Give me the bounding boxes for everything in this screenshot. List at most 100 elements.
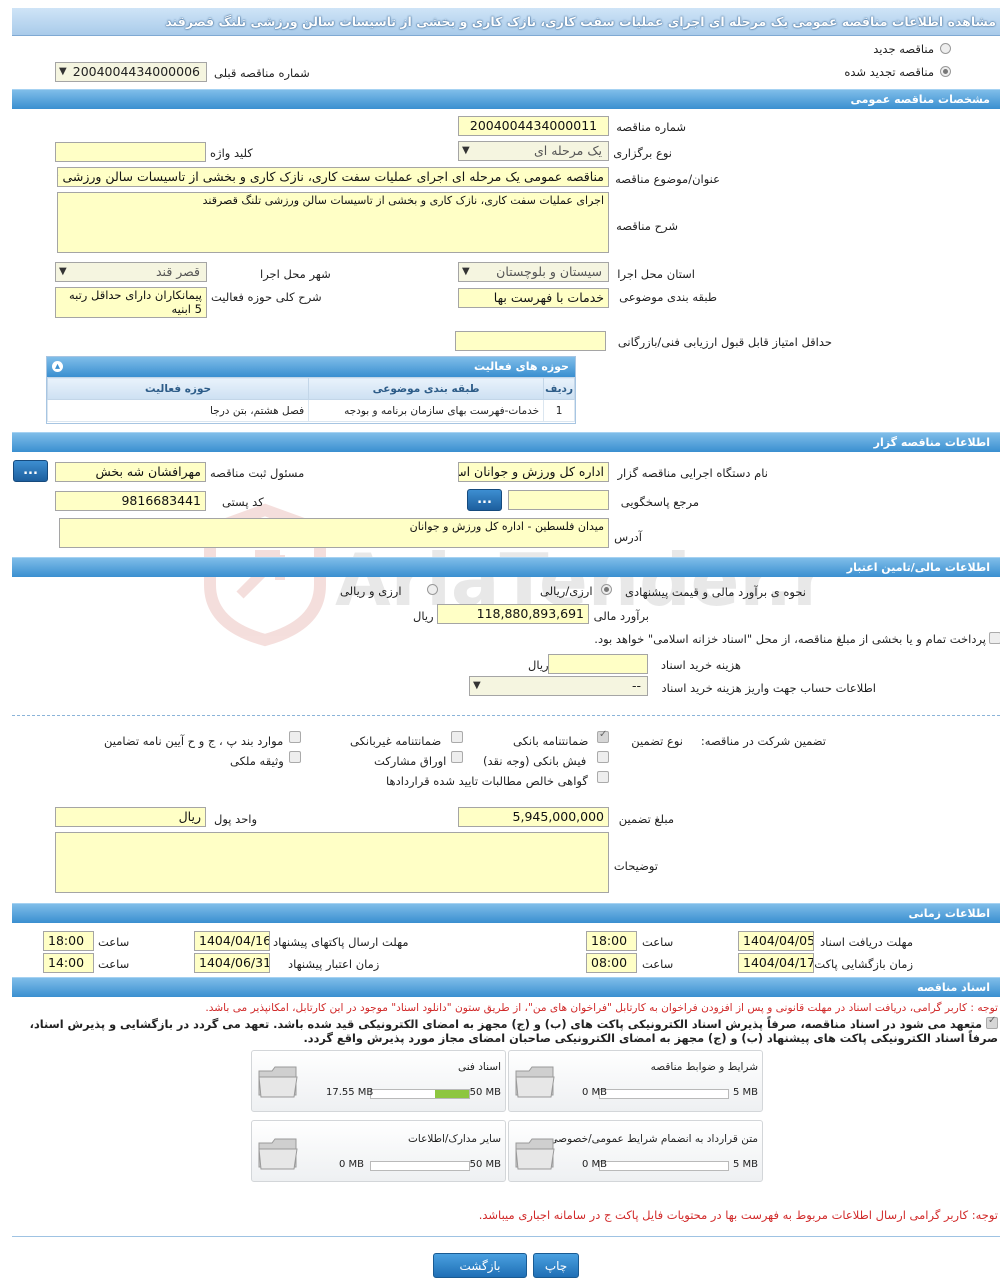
currency-rial-label: ارزی/ریالی [540, 584, 593, 598]
notes-label: توضیحات [613, 859, 658, 873]
tender-number-field: 2004004434000011 [458, 116, 609, 136]
page-title: مشاهده اطلاعات مناقصه عمومی یک مرحله ای … [12, 8, 1000, 36]
receivables-guarantee-checkbox[interactable] [597, 771, 609, 783]
registrar-dots-button[interactable]: ... [13, 460, 48, 482]
bonds-guarantee-label: اوراق مشارکت [374, 754, 447, 768]
doc-card-other[interactable]: سایر مدارک/اطلاعات 50 MB 0 MB [251, 1120, 506, 1182]
reference-field[interactable] [508, 490, 609, 510]
org-label: نام دستگاه اجرایی مناقصه گزار [617, 466, 768, 480]
items-guarantee-checkbox[interactable] [289, 731, 301, 743]
col-activity: حوزه فعالیت [46, 377, 310, 400]
subject-field: مناقصه عمومی یک مرحله ای اجرای عملیات سف… [57, 167, 609, 187]
bonds-guarantee-checkbox[interactable] [451, 751, 463, 763]
financial-section-header: اطلاعات مالی/تامین اعتبار [12, 557, 1000, 577]
hold-type-label: نوع برگزاری [613, 146, 672, 160]
prev-number-value: 2004004434000006 [72, 64, 200, 79]
send-offers-label: مهلت ارسال پاکتهای پیشنهاد [273, 935, 409, 949]
currency-unit-field: ریال [55, 807, 206, 827]
guarantee-type-label: نوع تضمین [631, 734, 683, 748]
category-field: خدمات با فهرست بها [458, 288, 609, 308]
doc-card-title: متن قرارداد به انضمام شرایط عمومی/خصوصی [549, 1133, 758, 1145]
documents-section-header: اسناد مناقصه [12, 977, 1000, 997]
validity-time: 14:00 [43, 953, 94, 973]
doc-card-max: 50 MB [469, 1087, 501, 1098]
activity-table-title: حوزه های فعالیت [474, 360, 569, 373]
guarantee-amount-label: مبلغ تضمین [618, 812, 674, 826]
postal-field: 9816683441 [55, 491, 206, 511]
collapse-icon[interactable]: ▴ [52, 361, 63, 372]
activity-desc-label: شرح کلی حوزه فعالیت [211, 290, 322, 304]
renewed-tender-radio[interactable] [940, 66, 951, 77]
doc-card-title: اسناد فنی [457, 1061, 501, 1073]
renewed-tender-label: مناقصه تجدید شده [844, 65, 934, 79]
print-button[interactable]: چاپ [533, 1253, 579, 1278]
doc-card-used: 0 MB [338, 1159, 364, 1170]
general-section-header: مشخصات مناقصه عمومی [12, 89, 1000, 109]
back-button[interactable]: بازگشت [433, 1253, 527, 1278]
treasury-checkbox[interactable] [989, 632, 1000, 644]
nonbank-guarantee-checkbox[interactable] [451, 731, 463, 743]
dashed-divider [12, 715, 1000, 716]
doc-card-contract[interactable]: متن قرارداد به انضمام شرایط عمومی/خصوصی … [508, 1120, 763, 1182]
registrar-field: مهرافشان شه بخش [55, 462, 206, 482]
timing-section-header: اطلاعات زمانی [12, 903, 1000, 923]
activity-table-panel: حوزه های فعالیت ▴ ردیف طبقه بندی موضوعی … [46, 356, 576, 424]
property-guarantee-label: وثیقه ملکی [230, 754, 284, 768]
new-tender-radio[interactable] [940, 43, 951, 54]
cell-activity: فصل هشتم، بتن درجا [46, 399, 310, 422]
province-label: استان محل اجرا [617, 267, 695, 281]
account-select[interactable]: -- ▼ [469, 676, 648, 696]
bottom-divider [12, 1236, 1000, 1237]
doc-cost-field [548, 654, 648, 674]
min-score-label: حداقل امتیاز قابل قبول ارزیابی فنی/بازرگ… [617, 335, 832, 349]
doc-card-technical[interactable]: اسناد فنی 50 MB 17.55 MB [251, 1050, 506, 1112]
activity-table-header: حوزه های فعالیت ▴ [47, 357, 575, 377]
commit-line-2: صرفاً اسناد الکترونیکی پاکت های پیشنهاد … [303, 1032, 998, 1045]
keyword-field[interactable] [55, 142, 206, 162]
receive-time-label: ساعت [642, 935, 674, 949]
treasury-text: پرداخت تمام و یا بخشی از مبلغ مناقصه، از… [594, 632, 986, 646]
receivables-guarantee-label: گواهی خالص مطالبات تایید شده قراردادها [386, 774, 588, 788]
validity-time-label: ساعت [98, 957, 130, 971]
account-value: -- [631, 678, 641, 693]
prev-number-select[interactable]: ▼ 2004004434000006 [55, 62, 207, 82]
registrar-label: مسئول ثبت مناقصه [210, 466, 305, 480]
subject-label: عنوان/موضوع مناقصه [615, 172, 720, 186]
hold-type-select[interactable]: یک مرحله ای ▼ [458, 141, 609, 161]
currency-unit-label: واحد پول [214, 812, 258, 826]
hold-type-value: یک مرحله ای [533, 143, 602, 158]
doc-card-progress-fill [434, 1090, 469, 1098]
validity-label: زمان اعتبار پیشنهاد [288, 957, 380, 971]
province-select[interactable]: سیستان و بلوچستان ▼ [458, 262, 609, 282]
send-offers-date: 1404/04/16 [194, 931, 270, 951]
download-notice: توجه : کاربر گرامی، دریافت اسناد در مهلت… [205, 1002, 998, 1014]
description-label: شرح مناقصه [616, 219, 678, 233]
items-guarantee-label: موارد بند پ ، ج و ح آیین نامه تضامین [104, 734, 284, 748]
org-field: اداره کل ورزش و جوانان استان سیستان و بل… [458, 462, 609, 482]
guarantee-label: تضمین شرکت در مناقصه: [700, 734, 826, 748]
currency-rial-radio[interactable] [601, 584, 612, 595]
table-header-row: ردیف طبقه بندی موضوعی حوزه فعالیت [46, 377, 575, 400]
cash-guarantee-checkbox[interactable] [597, 751, 609, 763]
receive-docs-label: مهلت دریافت اسناد [820, 935, 913, 949]
activity-table: ردیف طبقه بندی موضوعی حوزه فعالیت 1 خدما… [46, 377, 575, 422]
estimate-label: برآورد مالی [593, 609, 649, 623]
postal-label: کد پستی [222, 495, 264, 509]
bank-guarantee-checkbox[interactable] [597, 729, 609, 743]
notes-field [55, 832, 609, 893]
estimate-field: 118,880,893,691 [437, 604, 589, 624]
guarantee-amount-field: 5,945,000,000 [458, 807, 609, 827]
currency-and-rial-radio[interactable] [427, 584, 438, 595]
doc-card-conditions[interactable]: شرایط و ضوابط مناقصه 5 MB 0 MB [508, 1050, 763, 1112]
property-guarantee-checkbox[interactable] [289, 751, 301, 763]
city-select[interactable]: قصر قند ▼ [55, 262, 207, 282]
address-label: آدرس [614, 530, 642, 544]
open-envelopes-date: 1404/04/17 [738, 953, 814, 973]
doc-card-title: شرایط و ضوابط مناقصه [650, 1061, 758, 1073]
reference-dots-button[interactable]: ... [467, 489, 502, 511]
doc-card-title: سایر مدارک/اطلاعات [408, 1133, 501, 1145]
province-value: سیستان و بلوچستان [496, 264, 602, 279]
city-label: شهر محل اجرا [260, 267, 331, 281]
prev-number-label: شماره مناقصه قبلی [214, 66, 310, 80]
cell-category: خدمات-فهرست بهای سازمان برنامه و بودجه [308, 399, 545, 422]
